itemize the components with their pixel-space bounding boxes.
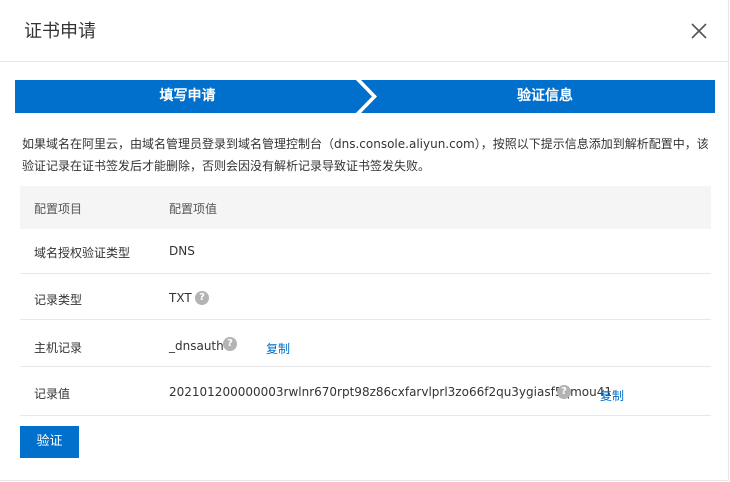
copy-host-record-link[interactable]: 复制 [266, 340, 290, 357]
certificate-application-dialog: 证书申请 填写申请 验证信息 如果域名在阿里云，由域名管理员登录到域名管理控制台… [0, 0, 729, 481]
header-config-item: 配置项目 [34, 202, 83, 216]
table-header-row: 配置项目 配置项值 [20, 186, 711, 229]
help-icon[interactable]: ? [223, 337, 237, 351]
copy-record-value-link[interactable]: 复制 [600, 387, 624, 404]
row-value: DNS [169, 244, 195, 258]
help-icon[interactable]: ? [557, 385, 571, 399]
row-value: 202101200000003rwlnr670rpt98z86cxfarvlpr… [169, 385, 612, 399]
dns-config-table: 配置项目 配置项值 域名授权验证类型 DNS 记录类型 TXT ? 主机记录 _… [20, 186, 711, 416]
row-label: 主机记录 [34, 341, 83, 355]
verify-button[interactable]: 验证 [20, 426, 79, 458]
row-value: TXT [169, 291, 192, 305]
table-row: 记录类型 TXT ? [20, 274, 711, 320]
row-label: 记录类型 [34, 293, 83, 307]
row-value: _dnsauth [169, 339, 224, 353]
table-row: 记录值 202101200000003rwlnr670rpt98z86cxfar… [20, 367, 711, 416]
instruction-text: 如果域名在阿里云，由域名管理员登录到域名管理控制台（dns.console.al… [22, 137, 709, 173]
step-progress: 填写申请 验证信息 [15, 80, 715, 113]
step-fill-application[interactable]: 填写申请 [15, 80, 360, 113]
close-icon[interactable] [687, 19, 711, 43]
table-row: 域名授权验证类型 DNS [20, 229, 711, 274]
dialog-header: 证书申请 [0, 0, 729, 62]
header-config-value: 配置项值 [169, 202, 218, 216]
row-label: 记录值 [34, 387, 71, 401]
dialog-title: 证书申请 [24, 21, 96, 42]
row-label: 域名授权验证类型 [34, 246, 131, 260]
table-row: 主机记录 _dnsauth ? 复制 [20, 320, 711, 367]
help-icon[interactable]: ? [195, 291, 209, 305]
step-verify-info[interactable]: 验证信息 [375, 80, 715, 113]
